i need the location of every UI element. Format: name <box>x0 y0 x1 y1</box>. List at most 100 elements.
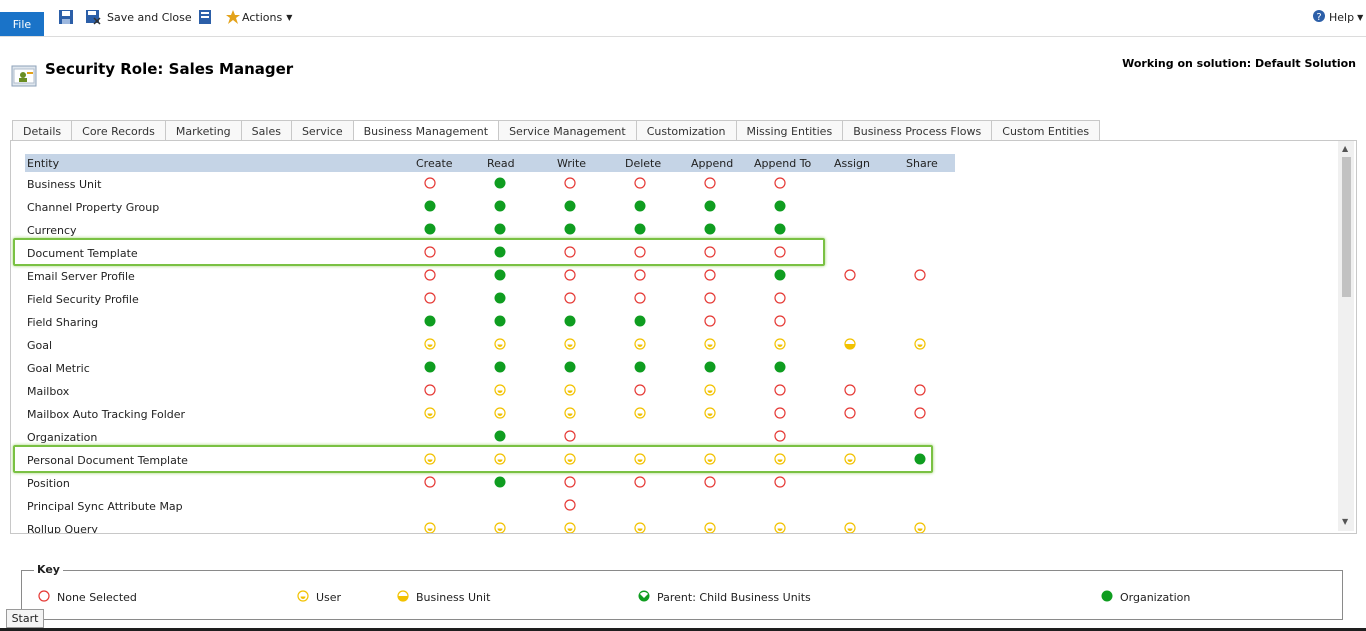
actions-menu[interactable]: Actions ▼ <box>225 8 292 26</box>
privilege-none-selected-icon[interactable] <box>774 315 786 327</box>
scroll-down-icon[interactable]: ▼ <box>1342 517 1348 526</box>
privilege-organization-level-icon[interactable] <box>424 200 436 212</box>
privilege-organization-level-icon[interactable] <box>564 361 576 373</box>
scroll-up-icon[interactable]: ▲ <box>1342 144 1348 153</box>
privilege-organization-level-icon[interactable] <box>564 315 576 327</box>
privilege-none-selected-icon[interactable] <box>564 430 576 442</box>
privilege-none-selected-icon[interactable] <box>704 476 716 488</box>
tab-details[interactable]: Details <box>12 120 73 141</box>
privilege-none-selected-icon[interactable] <box>914 384 926 396</box>
privilege-none-selected-icon[interactable] <box>424 177 436 189</box>
save-button[interactable] <box>58 8 74 26</box>
privilege-user-level-icon[interactable] <box>494 522 506 533</box>
privilege-user-level-icon[interactable] <box>704 522 716 533</box>
privilege-user-level-icon[interactable] <box>704 407 716 419</box>
scrollbar[interactable]: ▲ ▼ <box>1338 141 1354 531</box>
privilege-organization-level-icon[interactable] <box>494 177 506 189</box>
privilege-user-level-icon[interactable] <box>424 522 436 533</box>
privilege-none-selected-icon[interactable] <box>564 292 576 304</box>
privilege-user-level-icon[interactable] <box>634 407 646 419</box>
save-and-close-button[interactable]: Save and Close <box>85 8 192 26</box>
privilege-organization-level-icon[interactable] <box>494 476 506 488</box>
privilege-none-selected-icon[interactable] <box>704 315 716 327</box>
privilege-none-selected-icon[interactable] <box>424 269 436 281</box>
privilege-none-selected-icon[interactable] <box>704 177 716 189</box>
help-menu[interactable]: ? Help ▼ <box>1312 8 1363 26</box>
privilege-none-selected-icon[interactable] <box>634 292 646 304</box>
privilege-organization-level-icon[interactable] <box>494 361 506 373</box>
privilege-organization-level-icon[interactable] <box>634 361 646 373</box>
tab-marketing[interactable]: Marketing <box>164 120 242 141</box>
privilege-none-selected-icon[interactable] <box>424 476 436 488</box>
privilege-organization-level-icon[interactable] <box>564 223 576 235</box>
privilege-none-selected-icon[interactable] <box>844 269 856 281</box>
privilege-organization-level-icon[interactable] <box>774 223 786 235</box>
privilege-organization-level-icon[interactable] <box>774 361 786 373</box>
privilege-organization-level-icon[interactable] <box>704 223 716 235</box>
privilege-user-level-icon[interactable] <box>494 338 506 350</box>
privilege-none-selected-icon[interactable] <box>424 292 436 304</box>
privilege-organization-level-icon[interactable] <box>494 292 506 304</box>
privilege-none-selected-icon[interactable] <box>634 384 646 396</box>
privilege-none-selected-icon[interactable] <box>564 499 576 511</box>
start-button[interactable]: Start <box>6 609 44 628</box>
privilege-none-selected-icon[interactable] <box>564 269 576 281</box>
privilege-user-level-icon[interactable] <box>564 407 576 419</box>
privilege-user-level-icon[interactable] <box>564 522 576 533</box>
tab-service[interactable]: Service <box>290 120 354 141</box>
scroll-thumb[interactable] <box>1342 157 1351 297</box>
privilege-none-selected-icon[interactable] <box>844 407 856 419</box>
privilege-user-level-icon[interactable] <box>424 407 436 419</box>
privilege-none-selected-icon[interactable] <box>424 384 436 396</box>
privilege-organization-level-icon[interactable] <box>494 200 506 212</box>
privilege-none-selected-icon[interactable] <box>774 177 786 189</box>
privilege-user-level-icon[interactable] <box>914 522 926 533</box>
privilege-user-level-icon[interactable] <box>494 384 506 396</box>
privilege-none-selected-icon[interactable] <box>914 269 926 281</box>
privilege-user-level-icon[interactable] <box>774 522 786 533</box>
privilege-none-selected-icon[interactable] <box>844 384 856 396</box>
privilege-organization-level-icon[interactable] <box>564 200 576 212</box>
privilege-organization-level-icon[interactable] <box>424 223 436 235</box>
privilege-none-selected-icon[interactable] <box>774 430 786 442</box>
tab-service-management[interactable]: Service Management <box>498 120 637 141</box>
privilege-user-level-icon[interactable] <box>914 338 926 350</box>
privilege-none-selected-icon[interactable] <box>914 407 926 419</box>
privilege-organization-level-icon[interactable] <box>424 361 436 373</box>
privilege-user-level-icon[interactable] <box>634 522 646 533</box>
privilege-none-selected-icon[interactable] <box>774 292 786 304</box>
privilege-organization-level-icon[interactable] <box>494 223 506 235</box>
privilege-user-level-icon[interactable] <box>704 384 716 396</box>
tab-core-records[interactable]: Core Records <box>71 120 166 141</box>
privilege-organization-level-icon[interactable] <box>494 269 506 281</box>
privilege-none-selected-icon[interactable] <box>774 384 786 396</box>
privilege-user-level-icon[interactable] <box>774 338 786 350</box>
privilege-user-level-icon[interactable] <box>704 338 716 350</box>
privilege-none-selected-icon[interactable] <box>634 177 646 189</box>
privilege-organization-level-icon[interactable] <box>634 200 646 212</box>
privilege-user-level-icon[interactable] <box>634 338 646 350</box>
privilege-none-selected-icon[interactable] <box>634 269 646 281</box>
privilege-organization-level-icon[interactable] <box>634 315 646 327</box>
privilege-user-level-icon[interactable] <box>494 407 506 419</box>
privilege-none-selected-icon[interactable] <box>634 476 646 488</box>
privilege-organization-level-icon[interactable] <box>774 269 786 281</box>
privilege-organization-level-icon[interactable] <box>494 430 506 442</box>
privilege-user-level-icon[interactable] <box>424 338 436 350</box>
tab-business-management[interactable]: Business Management <box>352 120 500 142</box>
tab-missing-entities[interactable]: Missing Entities <box>735 120 844 141</box>
privilege-organization-level-icon[interactable] <box>634 223 646 235</box>
privilege-user-level-icon[interactable] <box>564 338 576 350</box>
tab-business-process-flows[interactable]: Business Process Flows <box>842 120 993 141</box>
tab-custom-entities[interactable]: Custom Entities <box>991 120 1101 141</box>
privilege-none-selected-icon[interactable] <box>704 269 716 281</box>
privilege-organization-level-icon[interactable] <box>704 361 716 373</box>
file-button[interactable]: File <box>0 12 44 36</box>
privilege-organization-level-icon[interactable] <box>704 200 716 212</box>
privilege-organization-level-icon[interactable] <box>774 200 786 212</box>
privilege-organization-level-icon[interactable] <box>494 315 506 327</box>
tab-sales[interactable]: Sales <box>240 120 292 141</box>
privilege-user-level-icon[interactable] <box>844 522 856 533</box>
tab-customization[interactable]: Customization <box>635 120 737 141</box>
copy-button[interactable] <box>197 8 213 26</box>
